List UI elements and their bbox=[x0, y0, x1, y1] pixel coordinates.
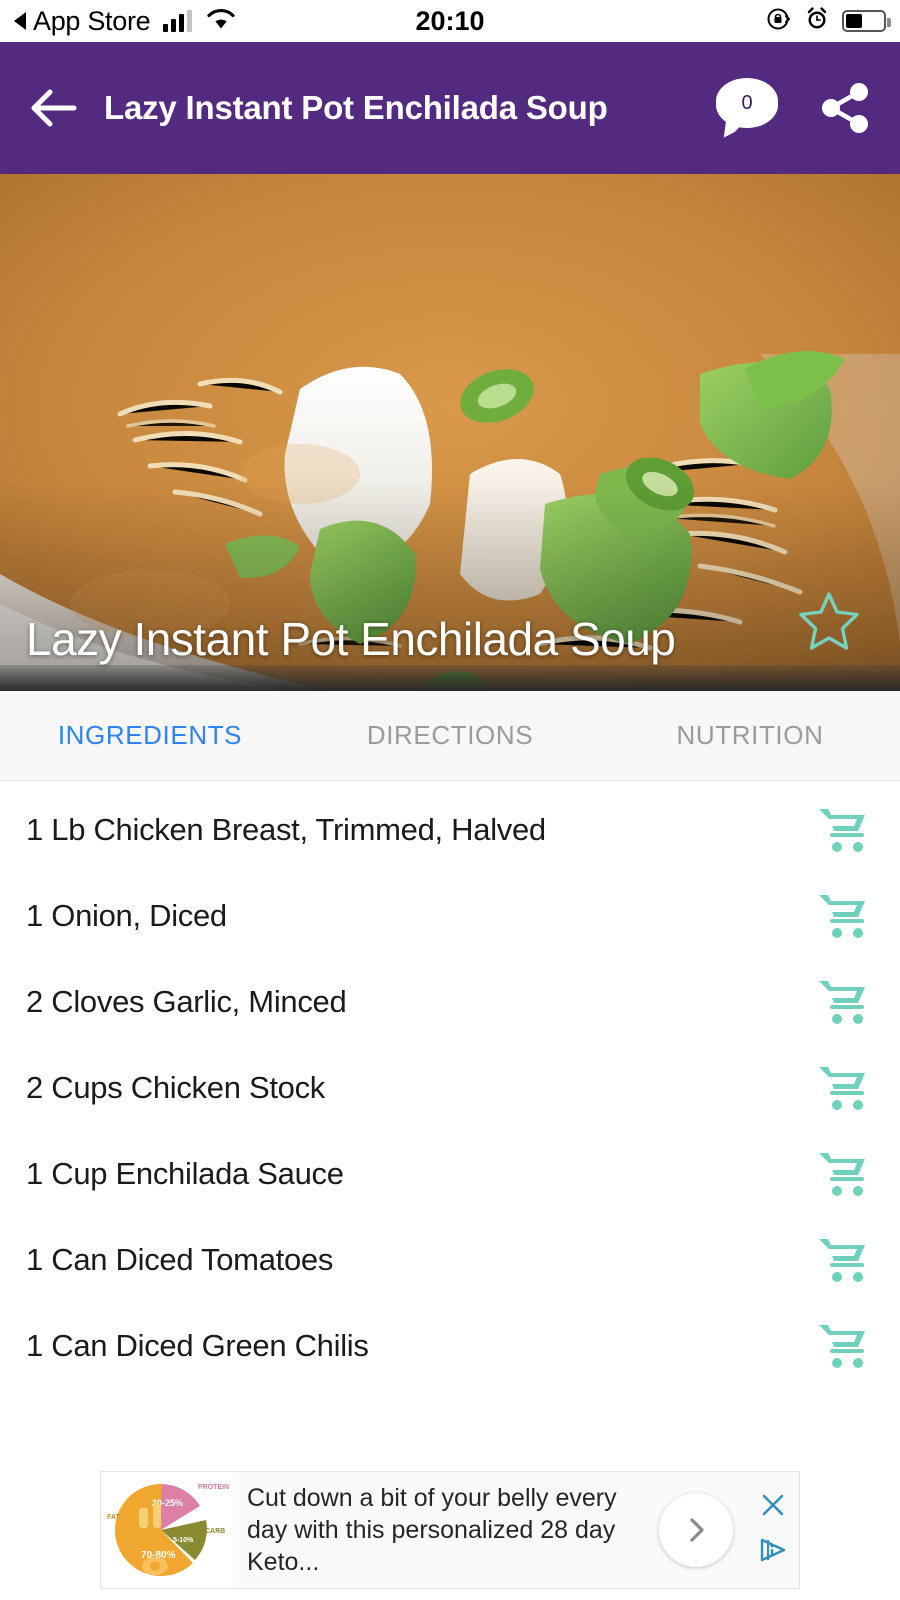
recipe-tabs: INGREDIENTS DIRECTIONS NUTRITION bbox=[0, 691, 900, 781]
close-icon[interactable] bbox=[760, 1492, 786, 1523]
comment-bubble-icon[interactable]: 0 bbox=[716, 78, 778, 141]
ingredient-text: 2 Cups Chicken Stock bbox=[26, 1070, 325, 1105]
svg-text:CARB: CARB bbox=[205, 1528, 225, 1535]
ad-banner-container: 20-25% 5-10% 70-80% FAT PROTEIN CARB Cut… bbox=[0, 1460, 900, 1600]
status-bar-right bbox=[766, 6, 891, 37]
ad-banner[interactable]: 20-25% 5-10% 70-80% FAT PROTEIN CARB Cut… bbox=[100, 1471, 800, 1589]
shopping-cart-icon[interactable] bbox=[816, 803, 870, 857]
ingredient-text: 1 Onion, Diced bbox=[26, 898, 227, 933]
svg-text:5-10%: 5-10% bbox=[173, 1537, 194, 1544]
ingredient-text: 1 Can Diced Green Chilis bbox=[26, 1328, 369, 1363]
hero-bottom-shade bbox=[0, 665, 900, 691]
share-icon[interactable] bbox=[816, 79, 874, 137]
shopping-cart-icon[interactable] bbox=[816, 889, 870, 943]
list-item-partial[interactable] bbox=[0, 1389, 900, 1401]
tab-ingredients[interactable]: INGREDIENTS bbox=[0, 720, 300, 751]
ingredient-text: 2 Cloves Garlic, Minced bbox=[26, 984, 347, 1019]
ad-thumbnail: 20-25% 5-10% 70-80% FAT PROTEIN CARB bbox=[101, 1472, 233, 1588]
ingredients-list: 1 Lb Chicken Breast, Trimmed, Halved 1 O… bbox=[0, 781, 900, 1401]
svg-text:PROTEIN: PROTEIN bbox=[198, 1484, 229, 1491]
recipe-hero-image: Lazy Instant Pot Enchilada Soup bbox=[0, 174, 900, 691]
battery-icon bbox=[842, 10, 891, 32]
list-item[interactable]: 1 Cup Enchilada Sauce bbox=[0, 1131, 900, 1217]
ad-headline: Cut down a bit of your belly every day w… bbox=[247, 1484, 617, 1576]
adchoices-icon[interactable] bbox=[759, 1537, 787, 1568]
shopping-cart-icon[interactable] bbox=[816, 1061, 870, 1115]
status-bar-clock: 20:10 bbox=[415, 5, 485, 36]
list-item[interactable]: 1 Onion, Diced bbox=[0, 873, 900, 959]
recipe-title-overlay: Lazy Instant Pot Enchilada Soup bbox=[26, 612, 676, 665]
ad-controls bbox=[747, 1472, 799, 1588]
list-item[interactable]: 2 Cups Chicken Stock bbox=[0, 1045, 900, 1131]
keto-macro-pie-chart: 20-25% 5-10% 70-80% FAT PROTEIN CARB bbox=[107, 1484, 229, 1576]
back-arrow-icon[interactable] bbox=[26, 80, 82, 136]
alarm-clock-icon bbox=[804, 6, 830, 37]
svg-text:FAT: FAT bbox=[107, 1514, 120, 1521]
shopping-cart-icon[interactable] bbox=[816, 1147, 870, 1201]
star-outline-icon[interactable] bbox=[798, 589, 860, 651]
list-item[interactable]: 1 Can Diced Green Chilis bbox=[0, 1303, 900, 1389]
app-screen: App Store 20:10 Lazy Instant Pot Enchila… bbox=[0, 0, 900, 1600]
list-item[interactable]: 1 Can Diced Tomatoes bbox=[0, 1217, 900, 1303]
ingredient-text: 1 Lb Chicken Breast, Trimmed, Halved bbox=[26, 812, 546, 847]
page-title: Lazy Instant Pot Enchilada Soup bbox=[104, 89, 608, 126]
rotation-lock-icon bbox=[766, 6, 792, 37]
shopping-cart-icon[interactable] bbox=[816, 1319, 870, 1373]
bubble-tail bbox=[723, 118, 746, 141]
tab-nutrition[interactable]: NUTRITION bbox=[600, 720, 900, 751]
list-item[interactable]: 2 Cloves Garlic, Minced bbox=[0, 959, 900, 1045]
shopping-cart-icon[interactable] bbox=[816, 975, 870, 1029]
tab-directions[interactable]: DIRECTIONS bbox=[300, 720, 600, 751]
chevron-right-icon[interactable] bbox=[659, 1493, 733, 1567]
status-bar: App Store 20:10 bbox=[0, 0, 900, 42]
list-item[interactable]: 1 Lb Chicken Breast, Trimmed, Halved bbox=[0, 787, 900, 873]
app-bar: Lazy Instant Pot Enchilada Soup 0 bbox=[0, 42, 900, 174]
shopping-cart-icon[interactable] bbox=[816, 1233, 870, 1287]
ingredient-text: 1 Can Diced Tomatoes bbox=[26, 1242, 334, 1277]
ingredient-text: 1 Cup Enchilada Sauce bbox=[26, 1156, 344, 1191]
